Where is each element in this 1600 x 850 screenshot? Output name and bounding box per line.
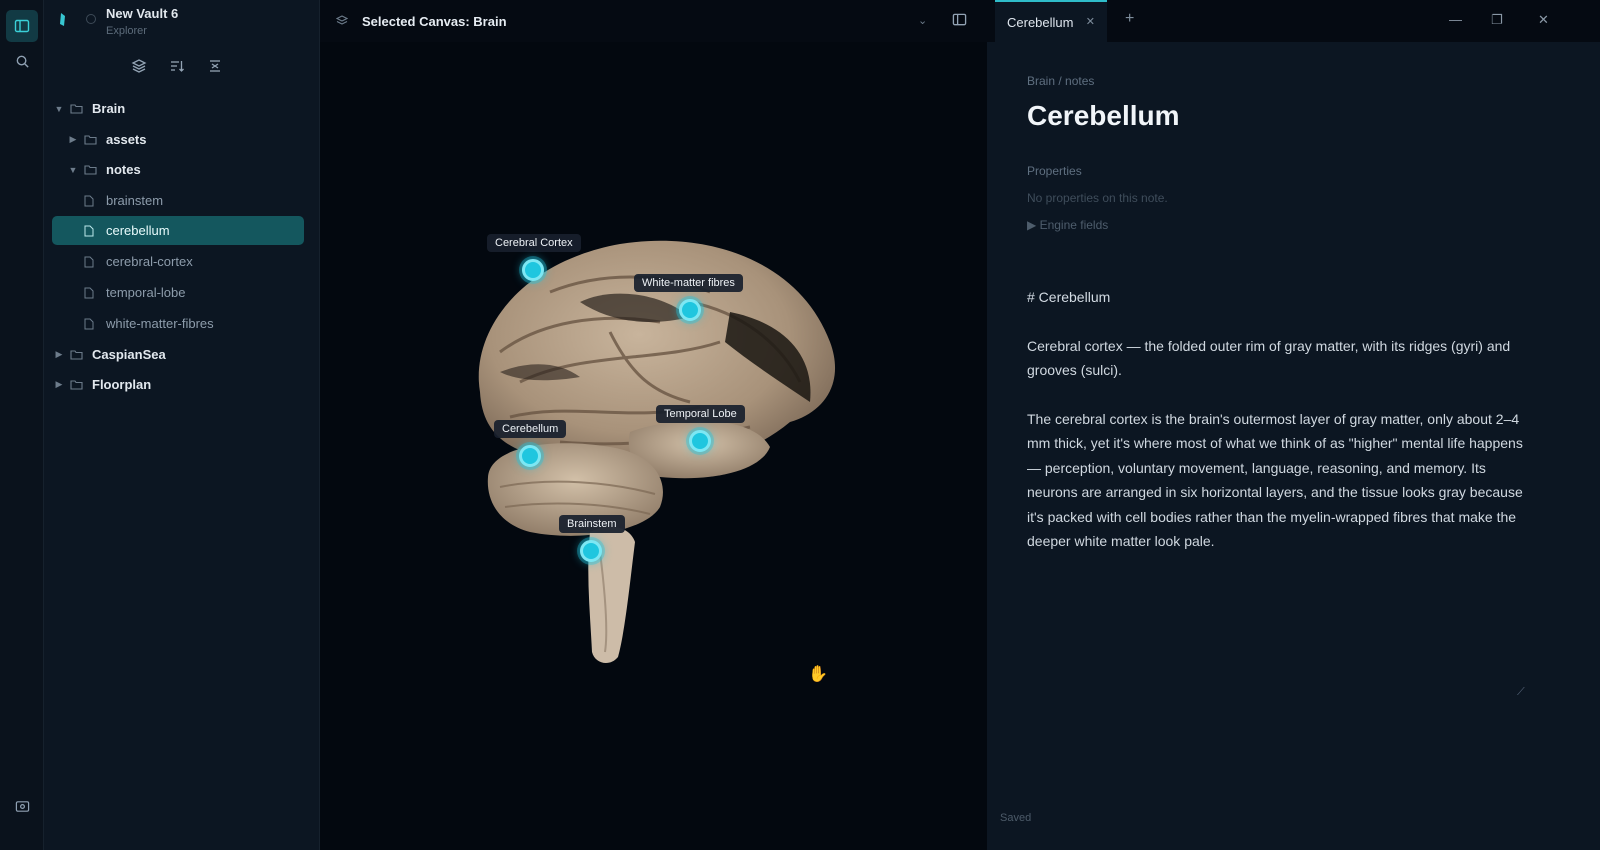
hotspot-cerebral-cortex[interactable]	[522, 259, 544, 281]
chevron-right-icon: ▶	[55, 349, 63, 359]
file-explorer-sidebar: New Vault 6 Explorer ▼ Brain ▶ assets ▼ …	[44, 0, 320, 850]
file-icon	[84, 195, 98, 207]
resize-grip-icon[interactable]: ⟋	[1517, 686, 1525, 699]
file-icon	[84, 256, 98, 268]
properties-heading: Properties	[1027, 164, 1082, 178]
folder-icon	[70, 379, 84, 391]
layers-icon[interactable]	[125, 52, 153, 80]
file-icon	[84, 225, 98, 237]
search-icon[interactable]	[6, 45, 38, 77]
tree-item-label: cerebellum	[106, 223, 170, 238]
close-tab-icon[interactable]: ✕	[1086, 15, 1095, 28]
chevron-down-icon: ▼	[68, 164, 78, 175]
tree-file-cerebral-cortex[interactable]: cerebral-cortex	[80, 247, 304, 276]
tree-folder-caspiansea[interactable]: ▶ CaspianSea	[52, 340, 304, 369]
sort-icon[interactable]	[163, 52, 191, 80]
hotspot-cerebellum[interactable]	[519, 445, 541, 467]
vault-header[interactable]: New Vault 6 Explorer	[44, 0, 320, 42]
tree-folder-brain[interactable]: ▼ Brain	[52, 94, 304, 123]
vault-settings-icon[interactable]	[6, 790, 38, 822]
chevron-down-icon: ▼	[54, 103, 64, 114]
tree-file-white-matter-fibres[interactable]: white-matter-fibres	[80, 309, 304, 338]
folder-icon	[70, 103, 84, 115]
tab-label: Cerebellum	[1007, 14, 1074, 30]
tree-item-label: assets	[106, 132, 147, 147]
folder-icon	[84, 134, 98, 146]
chevron-down-icon[interactable]: ⌄	[918, 14, 927, 27]
vault-name: New Vault 6	[106, 6, 179, 21]
tree-item-label: Brain	[92, 101, 126, 116]
vault-status-icon	[86, 14, 96, 24]
tree-file-cerebellum[interactable]: cerebellum	[52, 216, 304, 245]
properties-empty-text: No properties on this note.	[1027, 191, 1168, 205]
vault-subtitle: Explorer	[106, 25, 147, 37]
app-window: New Vault 6 Explorer ▼ Brain ▶ assets ▼ …	[0, 0, 1600, 850]
minimize-icon[interactable]: —	[1449, 12, 1462, 27]
tree-item-label: white-matter-fibres	[106, 316, 214, 331]
tree-folder-assets[interactable]: ▶ assets	[66, 125, 304, 154]
hotspot-label-cerebellum: Cerebellum	[494, 420, 567, 438]
folder-icon	[70, 349, 84, 361]
tree-item-label: brainstem	[106, 193, 164, 208]
tree-item-label: temporal-lobe	[106, 285, 186, 300]
tab-bar: Cerebellum ✕ + — ❐ ✕	[987, 0, 1600, 42]
tab-cerebellum[interactable]: Cerebellum ✕	[995, 0, 1107, 42]
tree-item-label: Floorplan	[92, 377, 152, 392]
markdown-paragraph-1[interactable]: Cerebral cortex — the folded outer rim o…	[1027, 334, 1533, 383]
canvas-viewport[interactable]: Cerebral Cortex White-matter fibres Temp…	[320, 42, 987, 850]
explorer-toolbar	[44, 52, 320, 80]
tree-folder-notes[interactable]: ▼ notes	[66, 155, 304, 184]
breadcrumb[interactable]: Brain / notes	[1027, 74, 1094, 88]
vault-logo-icon	[58, 12, 68, 33]
restore-icon[interactable]: ❐	[1491, 12, 1503, 28]
hand-cursor-icon: ✋	[808, 666, 828, 683]
note-title[interactable]: Cerebellum	[1027, 100, 1180, 132]
engine-fields-toggle[interactable]: ▶ Engine fields	[1027, 218, 1108, 232]
left-ribbon	[0, 0, 44, 850]
tree-item-label: cerebral-cortex	[106, 254, 193, 269]
tree-folder-floorplan[interactable]: ▶ Floorplan	[52, 370, 304, 399]
save-status: Saved	[1000, 812, 1032, 824]
hotspot-label-brainstem: Brainstem	[559, 515, 625, 533]
right-sidebar-toggle-icon[interactable]	[952, 12, 967, 32]
canvas-icon	[335, 14, 349, 32]
caret-right-icon: ▶	[1027, 218, 1040, 232]
note-pane: Brain / notes Cerebellum Properties No p…	[987, 42, 1600, 850]
collapse-all-icon[interactable]	[201, 52, 229, 80]
folder-open-icon	[84, 164, 98, 176]
file-icon	[84, 287, 98, 299]
markdown-heading[interactable]: # Cerebellum	[1027, 289, 1110, 305]
tree-file-temporal-lobe[interactable]: temporal-lobe	[80, 278, 304, 307]
file-icon	[84, 318, 98, 330]
sidebar-toggle-icon[interactable]	[6, 10, 38, 42]
hotspot-label-white-matter-fibres: White-matter fibres	[634, 274, 743, 292]
chevron-right-icon: ▶	[69, 134, 77, 144]
close-window-icon[interactable]: ✕	[1538, 12, 1549, 28]
chevron-right-icon: ▶	[55, 379, 63, 389]
markdown-paragraph-2[interactable]: The cerebral cortex is the brain's outer…	[1027, 407, 1533, 553]
hotspot-label-temporal-lobe: Temporal Lobe	[656, 405, 745, 423]
engine-fields-label: Engine fields	[1039, 218, 1109, 232]
tree-file-brainstem[interactable]: brainstem	[80, 186, 304, 215]
canvas-header: Selected Canvas: Brain ⌄	[320, 0, 987, 42]
tree-item-label: CaspianSea	[92, 347, 166, 362]
hotspot-temporal-lobe[interactable]	[689, 430, 711, 452]
hotspot-white-matter-fibres[interactable]	[679, 299, 701, 321]
new-tab-icon[interactable]: +	[1125, 10, 1134, 28]
hotspot-brainstem[interactable]	[580, 540, 602, 562]
hotspot-label-cerebral-cortex: Cerebral Cortex	[487, 234, 581, 252]
tree-item-label: notes	[106, 162, 141, 177]
canvas-title: Selected Canvas: Brain	[362, 14, 507, 29]
